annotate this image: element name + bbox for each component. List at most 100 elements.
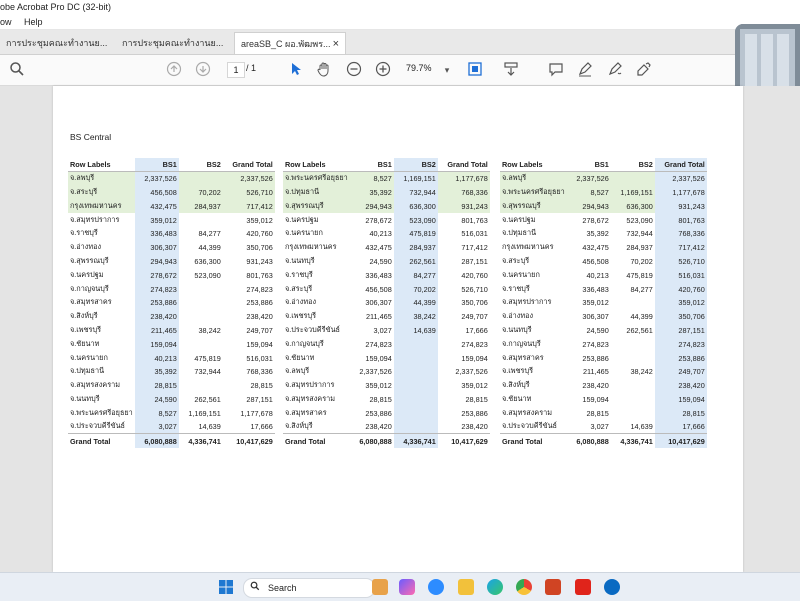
value-cell: 28,815 [250,381,273,391]
value-cell: 2,337,526 [134,171,179,186]
value-cell: BS1 [566,158,611,173]
row-label-cell: จ.สมุทรสาคร [70,297,112,307]
value-cell: 526,710 [654,254,707,269]
row-label-cell: จ.สมุทรสาคร [502,352,544,362]
value-cell: 35,392 [349,185,394,200]
menu-help[interactable]: Help [24,17,43,27]
zoom-dropdown-icon[interactable]: ▾ [438,61,456,79]
value-cell: 70,202 [630,256,653,266]
table-row: จ.สุพรรณบุรี 294,943 636,300 931,243 [283,199,490,214]
row-label-cell: จ.สิงห์บุรี [70,311,98,321]
value-cell: 284,937 [393,240,438,255]
value-cell [393,364,438,379]
value-cell: 636,300 [194,256,221,266]
value-cell: 287,151 [654,323,707,338]
zoom-in-icon[interactable] [374,61,392,79]
value-cell: 306,307 [134,240,179,255]
taskbar-search[interactable]: Search [243,578,375,598]
value-cell: 253,886 [134,295,179,310]
widgets-icon[interactable] [372,579,388,595]
page-down-icon[interactable] [194,61,212,79]
value-cell: 4,336,741 [610,433,655,448]
row-label-cell: จ.นครปฐม [285,214,319,224]
value-cell [393,337,438,352]
tab-document-active[interactable]: areaSB_C ผอ.พัฒพร... × [234,32,346,54]
value-cell: 336,483 [582,284,609,294]
row-label-cell: จ.สุพรรณบุรี [500,199,567,214]
page-number-input[interactable]: 1 [227,62,245,78]
value-cell [179,282,223,296]
value-cell: 70,202 [393,282,438,296]
value-cell: 1,177,678 [437,171,490,186]
value-cell: 274,823 [582,339,609,349]
row-label-cell: จ.ลพบุรี [285,366,310,376]
value-cell: 159,094 [582,394,609,404]
windows-start-icon[interactable] [218,579,234,595]
value-cell: 14,639 [630,422,653,432]
scroll-mode-icon[interactable] [502,61,520,79]
fit-page-icon[interactable] [466,61,484,79]
powerpoint-icon[interactable] [545,579,561,595]
document-viewer[interactable]: BS Central Row Labels BS1 BS2 Grand Total จ.… [0,86,800,572]
table-row: จ.นครนายก 40,213 475,819 516,031 [283,226,490,241]
value-cell: 159,094 [654,392,707,407]
hand-icon[interactable] [315,61,333,79]
value-cell: 38,242 [393,309,438,324]
value-cell: 306,307 [582,312,609,322]
comment-icon[interactable] [547,61,565,79]
tab-document-2[interactable]: การประชุมคณะทำงานย... [116,32,228,54]
hp-icon[interactable] [604,579,620,595]
close-tab-icon[interactable]: × [333,33,339,54]
row-label-cell: จ.กาญจนบุรี [70,283,109,293]
value-cell: 253,886 [582,353,609,363]
table-row: จ.นครนายก 40,213 475,819 516,031 [68,351,275,365]
copilot-icon[interactable] [399,579,415,595]
table-row: จ.สมุทรปราการ 359,012 359,012 [68,213,275,227]
page-up-icon[interactable] [165,61,183,79]
row-label-cell: จ.ชัยนาท [70,338,100,348]
row-label-cell: จ.กาญจนบุรี [285,338,324,348]
search-icon [250,579,260,597]
value-cell: 717,412 [654,240,707,255]
value-cell: 35,392 [586,229,609,239]
edge-browser-icon[interactable] [487,579,503,595]
table-total-row: Grand Total 6,080,888 4,336,741 10,417,629 [500,433,707,448]
row-label-cell: จ.สมุทรสงคราม [70,380,121,390]
row-label-cell: จ.นครนายก [70,352,108,362]
chrome-browser-icon[interactable] [516,579,532,595]
value-cell: 262,561 [194,394,221,404]
value-cell [393,392,438,407]
value-cell: Grand Total [222,158,275,173]
tab-document-1[interactable]: การประชุมคณะทำงานย... [0,32,110,54]
table-row: จ.สมุทรสงคราม 28,815 28,815 [500,406,707,421]
value-cell: 40,213 [134,351,179,365]
acrobat-icon[interactable] [575,579,591,595]
value-cell: 6,080,888 [349,433,394,448]
table-row: จ.พระนครศรีอยุธยา 8,527 1,169,151 1,177,678 [283,171,490,186]
select-cursor-icon[interactable] [286,61,304,79]
zoom-level[interactable]: 79.7% [406,63,432,73]
value-cell: 717,412 [461,243,488,253]
fill-sign-icon[interactable] [635,61,653,79]
row-label-cell: Row Labels [500,158,567,173]
value-cell [610,171,655,186]
sign-icon[interactable] [606,61,624,79]
value-cell: 10,417,629 [437,433,490,448]
value-cell: 456,508 [134,185,179,200]
value-cell [393,420,438,434]
value-cell [611,393,655,407]
menu-window[interactable]: ow [0,17,12,27]
value-cell: 516,031 [461,229,488,239]
value-cell: 294,943 [134,254,179,269]
value-cell: 359,012 [246,215,273,225]
zoom-out-icon[interactable] [345,61,363,79]
value-cell: 40,213 [586,270,609,280]
search-icon[interactable] [8,61,26,79]
file-explorer-icon[interactable] [458,579,474,595]
row-label-cell: Grand Total [283,433,350,448]
highlight-pen-icon[interactable] [576,61,594,79]
row-label-cell: Row Labels [283,158,350,173]
value-cell: 17,666 [250,422,273,432]
zoom-app-icon[interactable] [428,579,444,595]
value-cell: 8,527 [349,171,394,186]
